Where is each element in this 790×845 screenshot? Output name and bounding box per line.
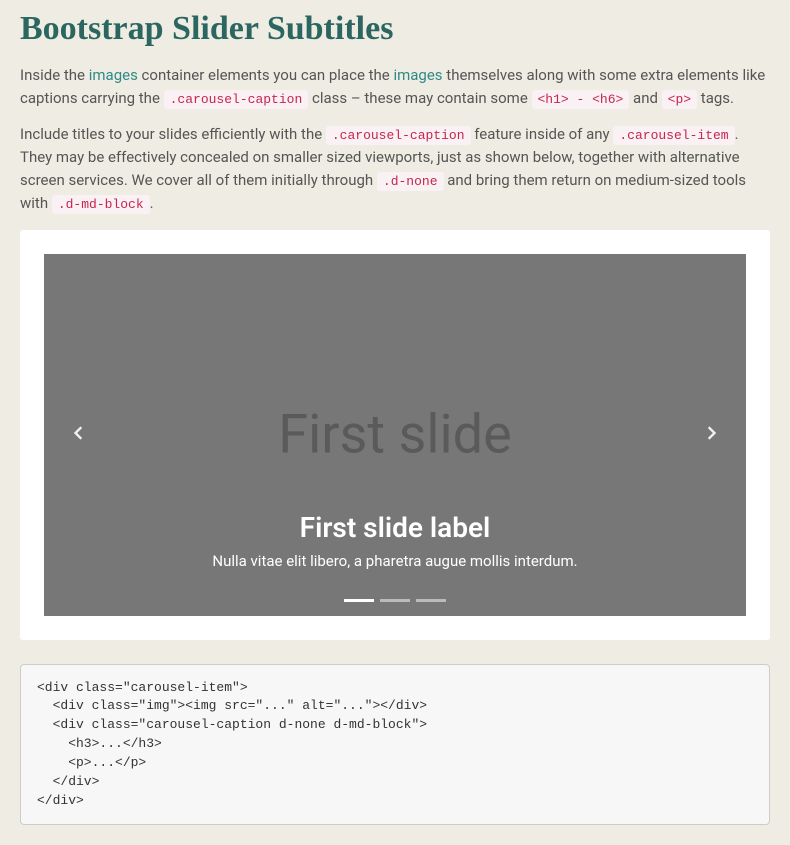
carousel-prev-button[interactable] bbox=[58, 415, 98, 455]
carousel-example: First slide First slide label Nulla vita… bbox=[20, 230, 770, 640]
carousel-indicator[interactable] bbox=[344, 599, 374, 602]
text: Include titles to your slides efficientl… bbox=[20, 125, 326, 143]
text: and bbox=[629, 89, 661, 107]
code-carousel-item: .carousel-item bbox=[613, 126, 734, 145]
text: Inside the bbox=[20, 66, 89, 84]
slide-placeholder-text: First slide bbox=[278, 403, 511, 466]
code-d-none: .d-none bbox=[377, 172, 444, 191]
carousel-caption: First slide label Nulla vitae elit liber… bbox=[44, 511, 746, 570]
chevron-right-icon bbox=[702, 423, 722, 447]
code-snippet: <div class="carousel-item"> <div class="… bbox=[37, 679, 753, 811]
code-p: <p> bbox=[662, 90, 697, 109]
code-carousel-caption: .carousel-caption bbox=[326, 126, 471, 145]
chevron-left-icon bbox=[68, 423, 88, 447]
carousel-indicator[interactable] bbox=[380, 599, 410, 602]
code-carousel-caption: .carousel-caption bbox=[164, 90, 309, 109]
caption-text: Nulla vitae elit libero, a pharetra augu… bbox=[44, 552, 746, 570]
carousel-next-button[interactable] bbox=[692, 415, 732, 455]
code-example: <div class="carousel-item"> <div class="… bbox=[20, 664, 770, 826]
carousel-indicator[interactable] bbox=[416, 599, 446, 602]
images-link[interactable]: images bbox=[393, 66, 442, 84]
images-link[interactable]: images bbox=[89, 66, 138, 84]
text: feature inside of any bbox=[471, 125, 614, 143]
caption-title: First slide label bbox=[44, 511, 746, 544]
code-d-md-block: .d-md-block bbox=[52, 195, 150, 214]
text: container elements you can place the bbox=[138, 66, 394, 84]
intro-paragraph-1: Inside the images container elements you… bbox=[20, 64, 770, 111]
text: . bbox=[150, 194, 154, 212]
text: class – these may contain some bbox=[308, 89, 531, 107]
page-title: Bootstrap Slider Subtitles bbox=[20, 10, 770, 48]
intro-paragraph-2: Include titles to your slides efficientl… bbox=[20, 123, 770, 216]
text: tags. bbox=[697, 89, 734, 107]
code-headings: <h1> - <h6> bbox=[532, 90, 630, 109]
carousel: First slide First slide label Nulla vita… bbox=[44, 254, 746, 616]
carousel-indicators bbox=[44, 599, 746, 602]
